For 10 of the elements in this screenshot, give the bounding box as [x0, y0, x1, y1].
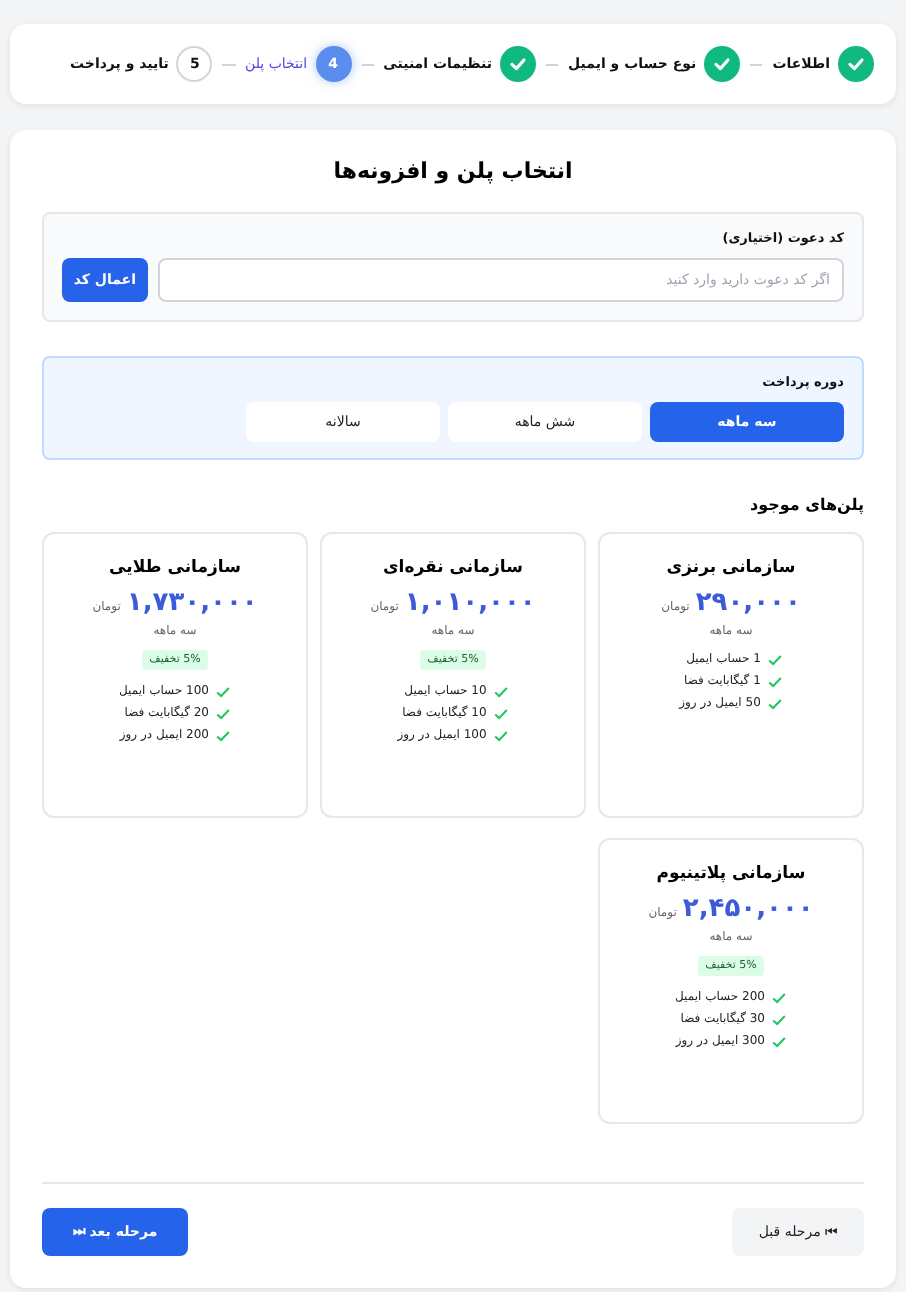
- plan-price: ۲۹۰,۰۰۰: [695, 588, 801, 618]
- plan-name: سازمانی پلاتینیوم: [656, 864, 806, 884]
- plan-name: سازمانی برنزی: [666, 558, 796, 578]
- plan-price: ۲,۴۵۰,۰۰۰: [682, 894, 814, 924]
- section-heading: پلن‌های موجود: [748, 496, 864, 514]
- plan-price: ۱,۰۱۰,۰۰۰: [404, 588, 536, 618]
- plan-price: ۱,۷۳۰,۰۰۰: [126, 588, 258, 618]
- plan-name: سازمانی نقره‌ای: [383, 558, 523, 578]
- page-title: انتخاب پلن و افزونه‌ها: [331, 158, 575, 184]
- plan-name: سازمانی طلایی: [109, 558, 241, 578]
